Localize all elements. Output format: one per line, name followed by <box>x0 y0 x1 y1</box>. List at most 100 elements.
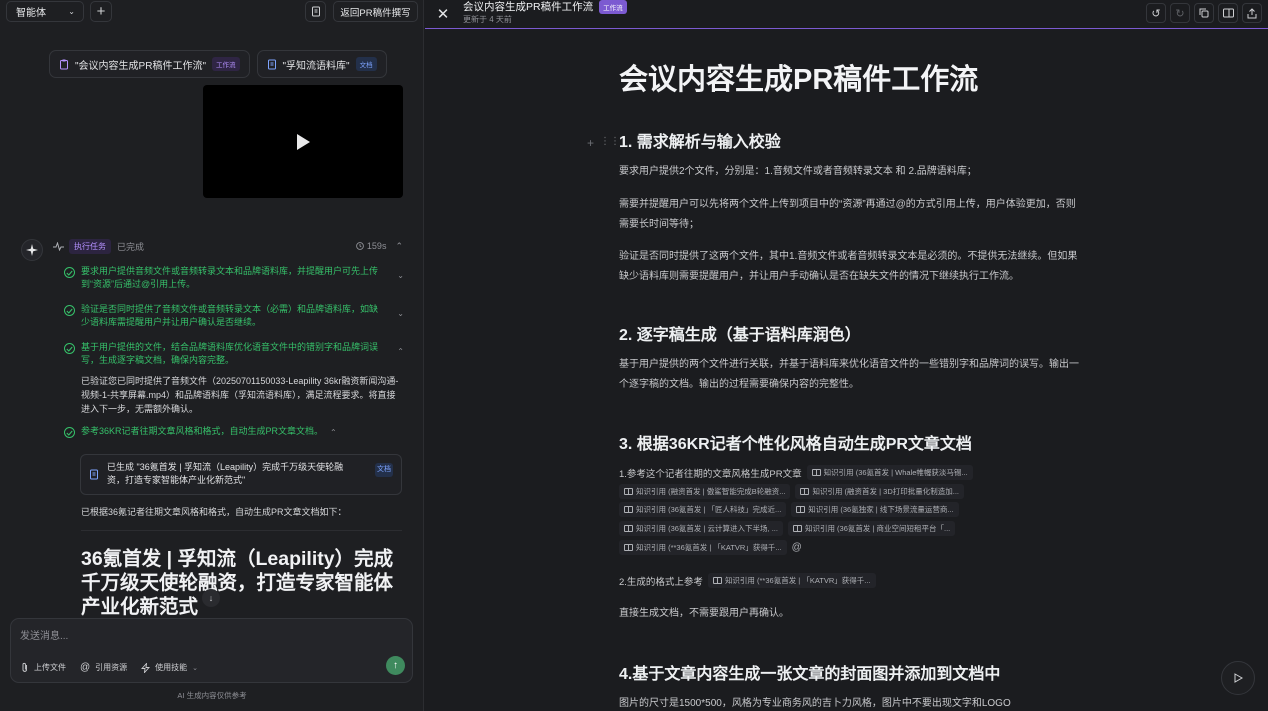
chip-label: 知识引用 (36氪首发 | 云计算进入下半场, ... <box>636 524 778 533</box>
chip-label: 知识引用 (36氪首发 | 商业空间短租平台「... <box>804 524 951 533</box>
document-button[interactable] <box>305 1 326 22</box>
chip-row: 知识引用 (36氪首发 | 「匠人科技」完成近... 知识引用 (36氪独家 |… <box>619 502 959 517</box>
close-icon: ✕ <box>436 6 450 23</box>
plus-icon[interactable]: + <box>587 136 594 150</box>
clock-icon <box>356 242 364 250</box>
generated-file-text: 已生成 "36氪首发 | 孚知流（Leapility）完成千万级天使轮融资，打造… <box>107 462 344 485</box>
knowledge-reference-chip[interactable]: 知识引用 (融资首发 | 3D打印批量化制造加... <box>795 484 964 499</box>
ai-disclaimer: AI 生成内容仅供参考 <box>177 691 247 700</box>
block-handle[interactable]: + ⋮⋮ <box>587 136 620 150</box>
upload-file-label: 上传文件 <box>34 663 66 672</box>
at-icon: @ <box>80 662 91 673</box>
close-button[interactable]: ✕ <box>434 5 452 23</box>
updated-time: 更新于 4 天前 <box>463 15 512 24</box>
article-title: 36氪首发 | 孚知流（Leapility）完成千万级天使轮融资，打造专家智能体… <box>81 548 394 618</box>
new-chat-button[interactable]: + <box>90 1 112 22</box>
chevron-up-icon[interactable]: ⌃ <box>395 241 403 252</box>
knowledge-reference-chip[interactable]: 知识引用 (36氪首发 | Whale帷幄获淡马锡... <box>806 465 973 480</box>
check-icon <box>64 343 75 354</box>
paragraph: 要求用户提供2个文件，分别是：1.音频文件或者音频转录文本 和 2.品牌语料库； <box>619 166 977 177</box>
section-heading: 2. 逐字稿生成（基于语料库润色） <box>619 327 861 344</box>
ref-chip-document[interactable]: "孚知流语料库" 文档 <box>256 50 387 78</box>
knowledge-reference-chip[interactable]: 知识引用 (**36氪首发 | 「KATVR」获得千... <box>707 573 876 588</box>
open-in-panel-button[interactable] <box>1218 3 1238 23</box>
book-icon <box>712 577 722 584</box>
panel-icon <box>1222 8 1234 18</box>
book-icon <box>792 525 802 532</box>
chevron-down-icon[interactable]: ⌄ <box>397 309 404 318</box>
upload-file-button[interactable]: 上传文件 <box>21 662 66 673</box>
undo-button[interactable]: ↺ <box>1146 3 1166 23</box>
bot-avatar <box>21 239 43 261</box>
task-step[interactable]: 要求用户提供音频文件或音频转录文本和品牌语料库，并提醒用户可先上传到“资源”后通… <box>64 265 404 291</box>
paragraph: 验证是否同时提供了这两个文件，其中1.音频文件或者音频转录文本是必须的。不提供无… <box>619 251 1078 282</box>
task-duration: 159s ⌃ <box>356 241 403 252</box>
scroll-to-bottom-button[interactable]: ↓ <box>202 589 220 607</box>
share-button[interactable] <box>1242 3 1262 23</box>
copy-button[interactable] <box>1194 3 1214 23</box>
chip-label: 知识引用 (36氪首发 | Whale帷幄获淡马锡... <box>823 468 968 477</box>
check-icon <box>64 427 75 438</box>
run-workflow-button[interactable] <box>1221 661 1255 695</box>
document-header: ✕ 会议内容生成PR稿件工作流 工作流 更新于 4 天前 ↺ ↻ <box>425 0 1268 29</box>
redo-button[interactable]: ↻ <box>1170 3 1190 23</box>
send-button[interactable]: ↑ <box>386 656 405 675</box>
video-player[interactable] <box>203 85 403 198</box>
ref-chip-workflow[interactable]: "会议内容生成PR稿件工作流" 工作流 <box>49 50 250 78</box>
agent-select[interactable]: 智能体 ⌄ <box>6 1 84 22</box>
play-icon <box>1234 673 1243 683</box>
use-skills-button[interactable]: 使用技能 ⌄ <box>141 662 198 673</box>
message-input[interactable]: 发送消息... 上传文件 @ 引用资源 使用技能 ⌄ ↑ <box>10 618 413 683</box>
task-step-expanded[interactable]: 基于用户提供的文件，结合品牌语料库优化语音文件中的错别字和品牌词误写，生成逐字稿… <box>64 341 404 367</box>
result-intro-text: 已根据36氪记者往期文章风格和格式，自动生成PR文章文档如下： <box>81 507 347 517</box>
share-icon <box>1247 7 1257 18</box>
reference-chips: "会议内容生成PR稿件工作流" 工作流 "孚知流语料库" 文档 <box>49 50 387 78</box>
back-to-pr-button[interactable]: 返回PR稿件撰写 <box>333 1 418 22</box>
clipboard-icon <box>60 59 68 69</box>
task-status: 已完成 <box>117 241 145 252</box>
knowledge-reference-chip[interactable]: 知识引用 (36氪首发 | 「匠人科技」完成近... <box>619 502 787 517</box>
paragraph: 直接生成文档，不需要跟用户再确认。 <box>619 608 789 619</box>
chip-row: 知识引用 (融资首发 | 傲鲨智能完成B轮融资... 知识引用 (融资首发 | … <box>619 484 964 499</box>
sparkle-icon <box>26 244 38 256</box>
book-icon <box>800 488 810 495</box>
task-step-text: 要求用户提供音频文件或音频转录文本和品牌语料库，并提醒用户可先上传到“资源”后通… <box>81 266 379 289</box>
task-step[interactable]: 验证是否同时提供了音频文件或音频转录文本（必需）和品牌语料库，如缺少语料库需提醒… <box>64 303 404 329</box>
knowledge-reference-chip[interactable]: 知识引用 (36氪首发 | 云计算进入下半场, ... <box>619 521 783 536</box>
paragraph: 2.生成的格式上参考 <box>619 576 703 588</box>
play-icon[interactable] <box>295 133 311 151</box>
task-step-text: 验证是否同时提供了音频文件或音频转录文本（必需）和品牌语料库，如缺少语料库需提醒… <box>81 304 379 327</box>
document-panel: ✕ 会议内容生成PR稿件工作流 工作流 更新于 4 天前 ↺ ↻ 会议内容生成P… <box>425 0 1268 711</box>
knowledge-reference-chip[interactable]: 知识引用 (**36氪首发 | 「KATVR」获得千... <box>619 540 787 555</box>
copy-icon <box>1199 8 1209 18</box>
task-step-detail: 已验证您已同时提供了音频文件（20250701150033-Leapility … <box>81 376 399 414</box>
paragraph: 基于用户提供的两个文件进行关联，并基于语料库来优化语音文件的一些错别字和品牌词的… <box>619 359 1079 390</box>
reference-resource-button[interactable]: @ 引用资源 <box>80 662 127 673</box>
workflow-tag: 工作流 <box>599 0 627 14</box>
chevron-up-icon[interactable]: ⌃ <box>397 347 404 356</box>
activity-icon <box>53 241 64 251</box>
chevron-down-icon: ⌄ <box>68 7 75 16</box>
section-heading: 3. 根据36KR记者个性化风格自动生成PR文章文档 <box>619 436 972 453</box>
task-header[interactable]: 执行任务 已完成 159s ⌃ <box>53 238 403 254</box>
lightning-icon <box>141 662 151 673</box>
chip-label: 知识引用 (36氪独家 | 线下场景流量运营商... <box>808 505 954 514</box>
book-icon <box>624 506 633 513</box>
document-title: 会议内容生成PR稿件工作流 <box>619 64 979 96</box>
knowledge-reference-chip[interactable]: 知识引用 (36氪独家 | 线下场景流量运营商... <box>791 502 959 517</box>
task-step-expanded[interactable]: 参考36KR记者往期文章风格和格式，自动生成PR文章文档。 ⌃ <box>64 425 404 438</box>
generated-file-card[interactable]: 已生成 "36氪首发 | 孚知流（Leapility）完成千万级天使轮融资，打造… <box>80 454 402 495</box>
chevron-down-icon[interactable]: ⌄ <box>397 271 404 280</box>
agent-select-label: 智能体 <box>16 8 46 19</box>
divider <box>81 530 402 531</box>
knowledge-reference-chip[interactable]: 知识引用 (36氪首发 | 商业空间短租平台「... <box>787 521 956 536</box>
book-icon <box>796 506 806 513</box>
redo-icon: ↻ <box>1175 7 1185 20</box>
knowledge-reference-chip[interactable]: 知识引用 (融资首发 | 傲鲨智能完成B轮融资... <box>619 484 791 499</box>
book-icon <box>624 525 633 532</box>
task-steps: 要求用户提供音频文件或音频转录文本和品牌语料库，并提醒用户可先上传到“资源”后通… <box>64 265 404 438</box>
at-icon: @ <box>791 542 802 553</box>
task-pill: 执行任务 <box>69 238 111 254</box>
drag-handle-icon[interactable]: ⋮⋮ <box>600 136 620 150</box>
chevron-up-icon[interactable]: ⌃ <box>330 428 337 437</box>
